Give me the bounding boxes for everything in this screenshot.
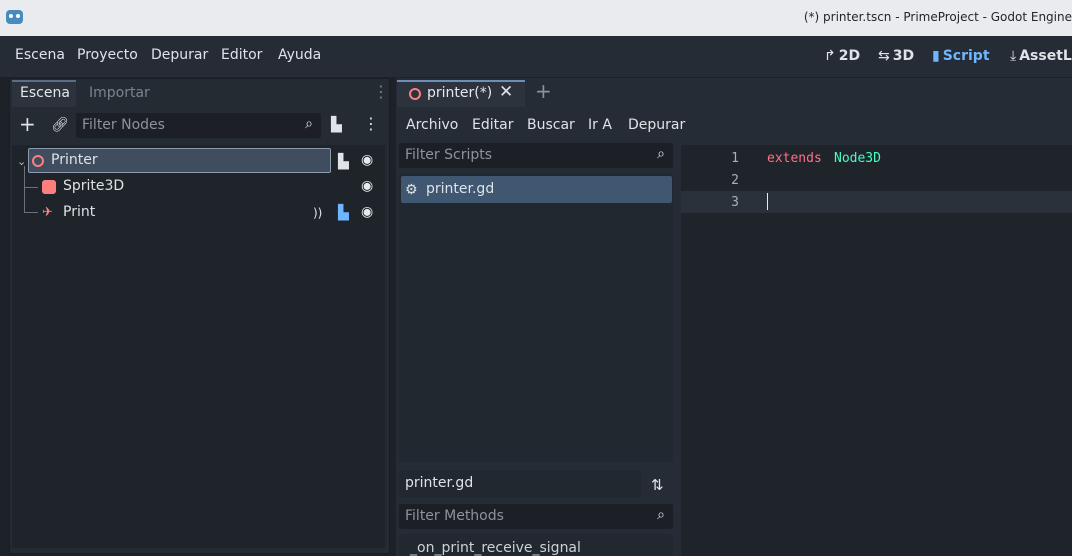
sort-icon[interactable]: ⇅ (651, 477, 664, 493)
script-icon[interactable]: ▙ (338, 205, 349, 221)
add-node-icon[interactable]: + (19, 114, 36, 134)
search-icon: ⌕ (657, 507, 665, 523)
filter-methods-input[interactable]: Filter Methods ⌕ (399, 504, 673, 529)
search-icon: ⌕ (657, 146, 665, 162)
audio-listener-icon: ✈ (42, 205, 53, 220)
methods-list: _on_print_receive_signal (399, 534, 673, 556)
title-bar: (*) printer.tscn - PrimeProject - Godot … (0, 0, 1072, 36)
3d-icon: ⇆ (878, 48, 890, 64)
node-label-printer: Printer (51, 152, 98, 168)
menu-depurar[interactable]: Depurar (151, 47, 208, 63)
attach-script-icon[interactable]: ▙ (331, 117, 342, 133)
gear-icon: ⚙ (405, 182, 418, 198)
add-tab-icon[interactable]: + (535, 81, 552, 101)
filter-scripts-input[interactable]: Filter Scripts ⌕ (399, 143, 673, 168)
line-number: 3 (731, 195, 739, 210)
text-caret (767, 193, 768, 210)
menu-proyecto[interactable]: Proyecto (77, 47, 138, 63)
current-line-highlight (681, 191, 1072, 213)
node-label-print: Print (63, 204, 96, 220)
collapse-arrow-icon[interactable]: ⌄ (17, 154, 26, 170)
workspace-assetlib-button[interactable]: ⤓AssetLib (1010, 48, 1072, 64)
script-menu-ir-a[interactable]: Ir A (588, 117, 612, 133)
line-number: 1 (731, 151, 739, 166)
code-keyword: extends (767, 151, 822, 166)
scripts-list (399, 173, 673, 462)
close-icon[interactable]: ✕ (499, 84, 513, 101)
visibility-eye-icon[interactable]: ◉ (361, 204, 373, 220)
node-label-sprite3d: Sprite3D (63, 178, 125, 194)
search-icon: ⌕ (305, 116, 313, 132)
script-menu-editar[interactable]: Editar (472, 117, 513, 133)
code-type: Node3D (834, 151, 881, 166)
scene-options-icon[interactable]: ⋮ (363, 116, 379, 132)
signal-icon[interactable]: )) (313, 205, 322, 221)
script-menu-depurar[interactable]: Depurar (628, 117, 685, 133)
menu-ayuda[interactable]: Ayuda (278, 47, 321, 63)
line-number: 2 (731, 173, 739, 188)
main-menu-bar: Escena Proyecto Depurar Editor Ayuda ↱ 2D… (0, 36, 1072, 77)
workspace-3d-button[interactable]: ⇆ 3D (878, 48, 914, 64)
workspace-2d-button[interactable]: ↱ 2D (824, 48, 860, 64)
script-menu-buscar[interactable]: Buscar (527, 117, 575, 133)
dock-menu-icon[interactable]: ⋮ (373, 84, 389, 100)
script-list-label: printer.gd (426, 181, 495, 197)
filter-nodes-input[interactable]: Filter Nodes ⌕ (76, 113, 321, 138)
window-title: (*) printer.tscn - PrimeProject - Godot … (803, 10, 1072, 24)
assetlib-icon: ⤓ (1010, 48, 1017, 64)
workspace-script-button[interactable]: ▮ Script (932, 48, 990, 64)
menu-editor[interactable]: Editor (221, 47, 262, 63)
visibility-eye-icon[interactable]: ◉ (361, 178, 373, 194)
current-script-name: printer.gd (399, 470, 641, 498)
script-menu-archivo[interactable]: Archivo (406, 117, 458, 133)
node3d-icon (409, 88, 421, 100)
tab-importar[interactable]: Importar (89, 85, 150, 101)
script-icon: ▮ (932, 48, 940, 64)
menu-escena[interactable]: Escena (15, 47, 65, 63)
2d-icon: ↱ (824, 48, 836, 64)
instance-scene-icon[interactable]: 🔗︎ (51, 117, 69, 133)
method-list-item[interactable]: _on_print_receive_signal (410, 540, 581, 556)
godot-logo-icon (6, 10, 23, 24)
node3d-icon (32, 155, 44, 167)
tab-printer-label: printer(*) (427, 85, 493, 101)
script-icon[interactable]: ▙ (338, 154, 349, 170)
tab-escena-label: Escena (20, 85, 70, 101)
sprite3d-icon (42, 180, 56, 194)
visibility-eye-icon[interactable]: ◉ (361, 152, 373, 168)
